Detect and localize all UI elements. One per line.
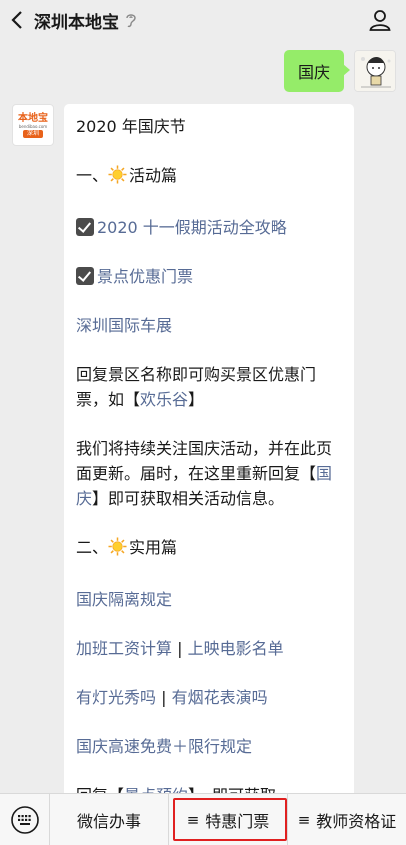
- checkbox-icon: [76, 218, 94, 236]
- chevron-left-icon: [11, 11, 22, 29]
- separator: |: [172, 639, 188, 658]
- menu-label: 特惠门票: [205, 811, 270, 831]
- link-row-wage-movies: 加班工资计算 | 上映电影名单: [76, 636, 342, 661]
- keyboard-toggle-button[interactable]: [0, 793, 50, 845]
- separator: |: [156, 688, 172, 707]
- menu-label: 教师资格证: [316, 811, 397, 831]
- link-row-tickets: 景点优惠门票: [76, 264, 342, 289]
- person-icon: [369, 10, 391, 31]
- section-number: 二、: [76, 538, 109, 557]
- logo-city: 深圳: [22, 129, 43, 138]
- ear-icon: [125, 12, 137, 28]
- link-row-holiday-guide: 2020 十一假期活动全攻略: [76, 215, 342, 240]
- link-highway-free[interactable]: 国庆高速免费＋限行规定: [76, 737, 252, 756]
- profile-button[interactable]: [366, 6, 394, 34]
- logo-text: 本地宝: [18, 112, 48, 124]
- link-fireworks[interactable]: 有烟花表演吗: [172, 688, 268, 707]
- paragraph-text: 我们将持续关注国庆活动，并在此页面更新。届时，在这里重新回复【: [76, 439, 333, 483]
- sun-icon: [108, 537, 127, 563]
- link-movie-list[interactable]: 上映电影名单: [188, 639, 284, 658]
- menu-discount-tickets[interactable]: ≡ 特惠门票: [169, 793, 288, 845]
- link-row-shows: 有灯光秀吗 | 有烟花表演吗: [76, 685, 342, 710]
- link-light-show[interactable]: 有灯光秀吗: [76, 688, 156, 707]
- paragraph-follow-updates: 我们将持续关注国庆活动，并在此页面更新。届时，在这里重新回复【国庆】即可获取相关…: [76, 436, 342, 511]
- my-avatar[interactable]: [354, 50, 396, 92]
- paragraph-text: 】: [188, 390, 205, 409]
- checkbox-icon: [76, 267, 94, 285]
- outgoing-bubble[interactable]: 国庆: [283, 50, 351, 92]
- message-title: 2020 年国庆节: [76, 117, 186, 136]
- link-discount-tickets[interactable]: 景点优惠门票: [97, 267, 193, 286]
- bottom-menu-bar: 微信办事 ≡ 特惠门票 ≡ 教师资格证: [0, 793, 406, 845]
- chat-title: 深圳本地宝: [34, 12, 119, 33]
- section-heading-practical: 二、 实用篇: [76, 535, 342, 563]
- menu-lines-icon: ≡: [186, 810, 200, 829]
- link-row-highway: 国庆高速免费＋限行规定: [76, 734, 342, 759]
- chat-header: 深圳本地宝: [0, 0, 406, 40]
- menu-label: 微信办事: [76, 811, 141, 831]
- menu-teacher-certificate[interactable]: ≡ 教师资格证: [288, 794, 406, 845]
- link-row-quarantine: 国庆隔离规定: [76, 587, 342, 612]
- section-label: 活动篇: [129, 166, 178, 185]
- outgoing-message: 国庆: [283, 50, 396, 92]
- section-number: 一、: [76, 166, 109, 185]
- link-row-auto-show: 深圳国际车展: [76, 313, 342, 338]
- cartoon-avatar-icon: [355, 51, 395, 91]
- keyboard-icon: [10, 805, 39, 834]
- link-quarantine-rules[interactable]: 国庆隔离规定: [76, 590, 172, 609]
- paragraph-text: 】即可获取相关活动信息。: [92, 489, 285, 508]
- sun-icon: [108, 165, 127, 191]
- menu-lines-icon: ≡: [297, 810, 311, 829]
- menu-wechat-services[interactable]: 微信办事: [50, 793, 169, 845]
- link-overtime-wage[interactable]: 加班工资计算: [76, 639, 172, 658]
- paragraph-reply-scenic: 回复景区名称即可购买景区优惠门票，如【欢乐谷】: [76, 362, 342, 412]
- back-button[interactable]: [0, 0, 34, 40]
- bot-avatar[interactable]: 本地宝 bendibao.com 深圳: [12, 104, 54, 146]
- logo-url: bendibao.com: [18, 123, 48, 129]
- incoming-bubble: 2020 年国庆节 一、 活动篇 2020 十一假期活动全攻略 景点优惠门票 深圳…: [64, 104, 354, 804]
- section-label: 实用篇: [129, 538, 178, 557]
- link-holiday-guide[interactable]: 2020 十一假期活动全攻略: [97, 218, 287, 237]
- link-auto-show[interactable]: 深圳国际车展: [76, 316, 172, 335]
- section-heading-activities: 一、 活动篇: [76, 163, 342, 191]
- link-happy-valley[interactable]: 欢乐谷: [140, 390, 188, 409]
